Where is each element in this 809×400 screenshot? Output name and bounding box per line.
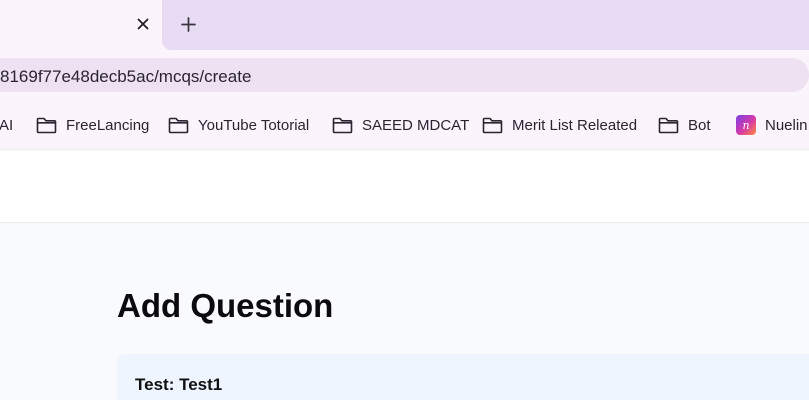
folder-icon xyxy=(332,117,353,133)
bookmark-ai[interactable]: AI xyxy=(0,100,14,149)
bookmark-freelancing[interactable]: FreeLancing xyxy=(36,100,150,149)
browser-toolbar: 8169f77e48decb5ac/mcqs/create xyxy=(0,50,809,100)
folder-icon xyxy=(658,117,679,133)
url-text[interactable]: 8169f77e48decb5ac/mcqs/create xyxy=(0,67,251,87)
close-icon[interactable] xyxy=(131,12,155,36)
bookmark-label: FreeLancing xyxy=(66,116,150,134)
app-icon: n xyxy=(736,115,756,135)
bookmark-label: Bot xyxy=(688,116,711,134)
address-bar[interactable]: 8169f77e48decb5ac/mcqs/create xyxy=(0,58,809,92)
bookmark-label: SAEED MDCAT xyxy=(362,116,470,134)
folder-icon xyxy=(36,117,57,133)
page-title: Add Question xyxy=(117,287,334,324)
bookmark-label: Nuelin xyxy=(765,116,808,134)
bookmark-label: AI xyxy=(0,116,14,134)
bookmark-nuelin[interactable]: n Nuelin xyxy=(736,100,808,149)
test-info-card: Test: Test1 xyxy=(117,354,809,400)
folder-icon xyxy=(482,117,503,133)
bookmark-label: YouTube Totorial xyxy=(198,116,310,134)
bookmark-saeed-mdcat[interactable]: SAEED MDCAT xyxy=(332,100,470,149)
bookmark-label: Merit List Releated xyxy=(512,116,638,134)
plus-icon[interactable] xyxy=(176,12,200,36)
folder-icon xyxy=(168,117,189,133)
bookmark-youtube-totorial[interactable]: YouTube Totorial xyxy=(168,100,310,149)
bookmark-bot[interactable]: Bot xyxy=(658,100,711,149)
test-label: Test: Test1 xyxy=(135,375,223,394)
site-header xyxy=(0,151,809,223)
active-tab[interactable] xyxy=(0,0,172,50)
bookmarks-bar: AI FreeLancing YouTube Totorial SAEED MD… xyxy=(0,100,809,150)
bookmark-merit-list[interactable]: Merit List Releated xyxy=(482,100,638,149)
tab-strip xyxy=(0,0,809,50)
